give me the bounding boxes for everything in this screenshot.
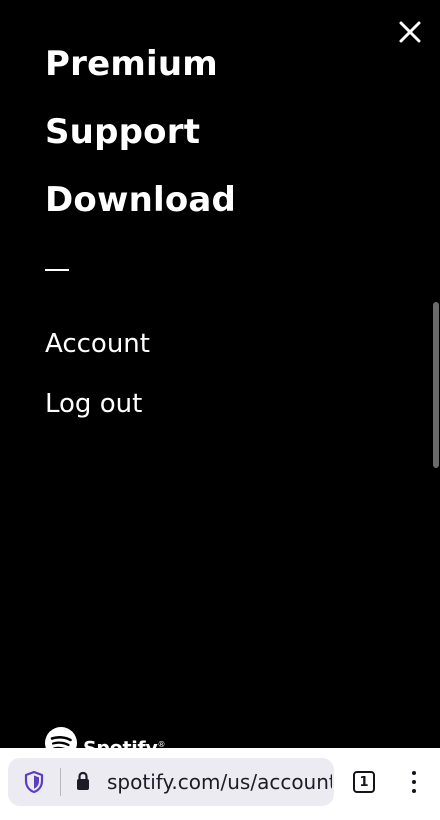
tab-count: 1 [353,771,375,793]
nav-item-download[interactable]: Download [45,176,236,224]
primary-nav: Premium Support Download [45,40,236,244]
close-icon [399,21,421,43]
spotify-logo-text: Spotify® [83,737,166,748]
browser-menu-button[interactable] [400,766,428,798]
address-bar[interactable]: spotify.com/us/account/overview/ [8,758,334,806]
nav-item-support[interactable]: Support [45,108,236,156]
secondary-nav: Account Log out [45,326,150,446]
close-menu-button[interactable] [394,16,426,48]
menu-scrollbar[interactable] [433,302,439,468]
kebab-menu-icon-dot [412,780,416,784]
browser-toolbar: spotify.com/us/account/overview/ 1 [0,748,440,820]
mobile-menu-panel: Premium Support Download Account Log out… [0,0,440,748]
url-text[interactable]: spotify.com/us/account/overview/ [107,769,332,795]
kebab-menu-icon [412,771,416,775]
menu-divider [45,269,69,271]
nav-item-premium[interactable]: Premium [45,40,236,88]
spotify-logo[interactable]: Spotify® [45,727,165,748]
tracking-protection-shield-icon[interactable] [22,770,46,794]
address-bar-divider [60,768,61,796]
nav-item-account[interactable]: Account [45,326,150,362]
tab-counter-button[interactable]: 1 [351,770,377,794]
lock-icon[interactable] [71,769,95,793]
kebab-menu-icon-dot [412,789,416,793]
spotify-logo-icon [45,727,77,748]
nav-item-log-out[interactable]: Log out [45,386,150,422]
